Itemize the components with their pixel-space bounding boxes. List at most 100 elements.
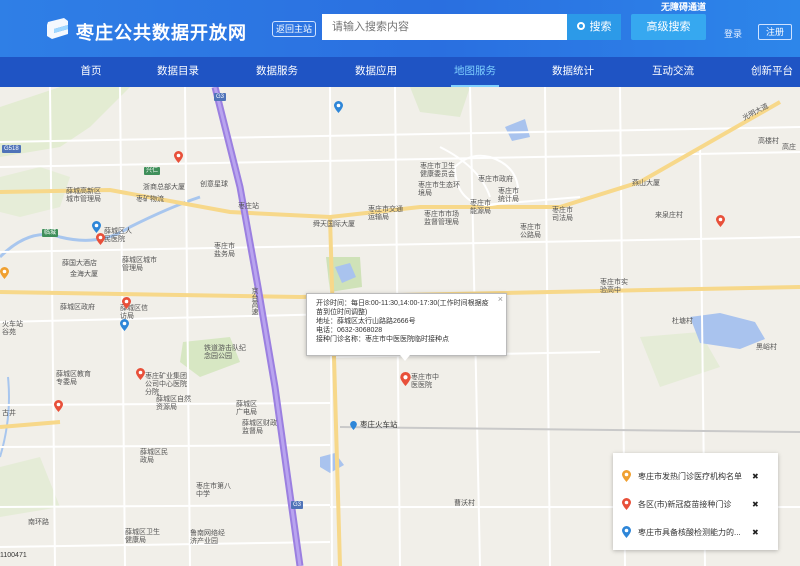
map-label: 曹沃村 [454, 500, 475, 507]
legend-item-label: 枣庄市发热门诊医疗机构名单 [638, 472, 742, 481]
register-button[interactable]: 注册 [758, 24, 792, 40]
login-link[interactable]: 登录 [724, 27, 742, 40]
map-label: 枣庄市第八中学 [196, 483, 231, 498]
map-label: 薛城区广电局 [236, 401, 257, 416]
map-canvas[interactable]: G3 G3 G518 兴仁 临城 京台高速 光明大道 枣庄市卫生健康委员会 枣庄… [0, 87, 800, 566]
popup-clinic-name: 接种门诊名称：枣庄市中医医院临时接种点 [316, 336, 449, 343]
map-label: 黑峪村 [756, 344, 777, 351]
map-label: 枣庄站 [238, 203, 259, 210]
legend-pin-blue-icon [622, 526, 631, 538]
search-input[interactable] [322, 14, 567, 40]
map-label: 枣庄市中医医院 [411, 374, 439, 389]
map-label: 枣庄矿业集团公司中心医院分院 [145, 373, 187, 396]
popup-pointer [400, 355, 410, 361]
legend-item-vaccine-clinics[interactable]: 各区(市)新冠疫苗接种门诊 ✖ [622, 498, 772, 512]
map-label: 燕山大厦 [632, 180, 660, 187]
nav-item-data-service[interactable]: 数据服务 [253, 57, 301, 87]
map-label: 舜天国际大厦 [313, 221, 355, 228]
map-pin-red-icon[interactable] [136, 368, 145, 380]
advanced-search-button[interactable]: 高级搜索 [631, 14, 706, 40]
map-label: 薛城区民政局 [140, 449, 168, 464]
map-label: 薛城区自然资源局 [156, 396, 191, 411]
map-label: 薛城区教育专委局 [56, 371, 91, 386]
map-pin-selected-icon[interactable] [400, 372, 411, 386]
map-label: 南环路 [28, 519, 49, 526]
map-info-popup: × 开诊时间：每日8:00-11:30,14:00-17:30(工作时间根据疫 … [306, 293, 507, 356]
nav-item-data-stats[interactable]: 数据统计 [549, 57, 597, 87]
road-badge-xingren: 兴仁 [144, 167, 161, 175]
search-icon [576, 22, 585, 30]
accessibility-link[interactable]: 无障碍通道 [661, 0, 706, 13]
nav-item-innovation[interactable]: 创新平台 [748, 57, 796, 87]
map-label: 枣庄火车站 [360, 420, 398, 429]
popup-phone: 电话：0632-3068028 [316, 327, 383, 334]
main-nav: 首页 数据目录 数据服务 数据应用 地图服务 数据统计 互动交流 创新平台 [0, 57, 800, 87]
map-label: 高楼村 [758, 138, 779, 145]
legend-item-testing-labs[interactable]: 枣庄市具备核酸检测能力的... ✖ [622, 526, 772, 540]
legend-remove-icon[interactable]: ✖ [752, 526, 759, 540]
map-label: 枣庄市交通运输局 [368, 206, 403, 221]
map-pin-red-icon[interactable] [54, 400, 63, 412]
site-title[interactable]: 枣庄公共数据开放网 [76, 19, 247, 45]
map-label: 枣庄市卫生健康委员会 [420, 163, 455, 178]
map-label: 古井 [2, 410, 16, 417]
map-label: 创意星球 [200, 181, 228, 188]
legend-item-label: 枣庄市具备核酸检测能力的... [638, 528, 741, 537]
legend-item-fever-clinics[interactable]: 枣庄市发热门诊医疗机构名单 ✖ [622, 470, 772, 484]
legend-pin-orange-icon [622, 470, 631, 482]
map-label: 枣庄市生态环境局 [418, 182, 460, 197]
legend-item-label: 各区(市)新冠疫苗接种门诊 [638, 500, 732, 509]
map-label: 枣庄市能源局 [470, 200, 491, 215]
map-label: 枣庄市统计局 [498, 188, 519, 203]
legend-remove-icon[interactable]: ✖ [752, 498, 759, 512]
map-pin-red-icon[interactable] [122, 297, 131, 309]
map-scale-text: 1100471 [0, 552, 27, 559]
map-label: 鲁南网络经济产业园 [190, 530, 225, 545]
site-header: 枣庄公共数据开放网 返回主站 搜索 高级搜索 无障碍通道 登录 注册 [0, 0, 800, 57]
map-label: 火车站 [2, 321, 23, 328]
layer-legend: 枣庄市发热门诊医疗机构名单 ✖ 各区(市)新冠疫苗接种门诊 ✖ 枣庄市具备核酸检… [613, 453, 778, 550]
popup-close-icon[interactable]: × [498, 295, 503, 304]
map-pin-blue-icon[interactable] [334, 101, 343, 113]
map-label: 薛城区卫生健康局 [125, 529, 160, 544]
nav-item-data-apps[interactable]: 数据应用 [352, 57, 400, 87]
map-label: 枣庄市司法局 [552, 207, 573, 222]
nav-item-home[interactable]: 首页 [75, 57, 107, 87]
road-badge-lincheng: 临城 [42, 229, 59, 237]
map-label: 浙商总部大厦 [143, 184, 185, 191]
nav-item-data-catalog[interactable]: 数据目录 [154, 57, 202, 87]
map-label: 枣庄市公路局 [520, 224, 541, 239]
map-label: 枣矿物流 [136, 196, 164, 203]
map-pin-red-icon[interactable] [96, 233, 105, 245]
nav-item-map-service[interactable]: 地图服务 [451, 57, 499, 87]
map-label: 薛城高新区城市管理局 [66, 188, 101, 203]
road-label-jingtai: 京台高速 [251, 287, 258, 315]
popup-address: 地址：薛城区太行山路路2666号 [316, 318, 416, 325]
map-label: 金海大厦 [70, 271, 98, 278]
map-label: 薛城区城市管理局 [122, 257, 157, 272]
map-label: 高庄 [782, 144, 796, 151]
map-pin-orange-icon[interactable] [0, 267, 9, 279]
logo-icon [47, 18, 68, 39]
map-pin-red-icon[interactable] [174, 151, 183, 163]
highway-badge-g3: G3 [291, 501, 304, 509]
train-station-icon [350, 421, 357, 430]
road-badge-g518: G518 [2, 145, 21, 153]
map-label: 薛城区人民医院 [104, 228, 132, 243]
map-pin-blue-icon[interactable] [92, 221, 101, 233]
map-label: 枣庄市政府 [478, 176, 513, 183]
popup-hours: 开诊时间：每日8:00-11:30,14:00-17:30(工作时间根据疫 [316, 300, 489, 307]
legend-remove-icon[interactable]: ✖ [752, 470, 759, 484]
map-label: 薛城区政府 [60, 304, 95, 311]
search-button[interactable]: 搜索 [567, 14, 621, 40]
map-pin-red-icon[interactable] [716, 215, 725, 227]
popup-hours-note: 苗到位时间调整) [316, 309, 368, 316]
map-label: 枣庄市市场监督管理局 [424, 211, 459, 226]
map-label: 铁道游击队纪念园公园 [204, 345, 246, 360]
back-to-main-button[interactable]: 返回主站 [272, 21, 316, 37]
map-label: 薛国大酒店 [62, 260, 97, 267]
legend-pin-red-icon [622, 498, 631, 510]
nav-item-interaction[interactable]: 互动交流 [649, 57, 697, 87]
map-pin-blue-icon[interactable] [120, 319, 129, 331]
map-label: 枣庄市实验高中 [600, 279, 628, 294]
